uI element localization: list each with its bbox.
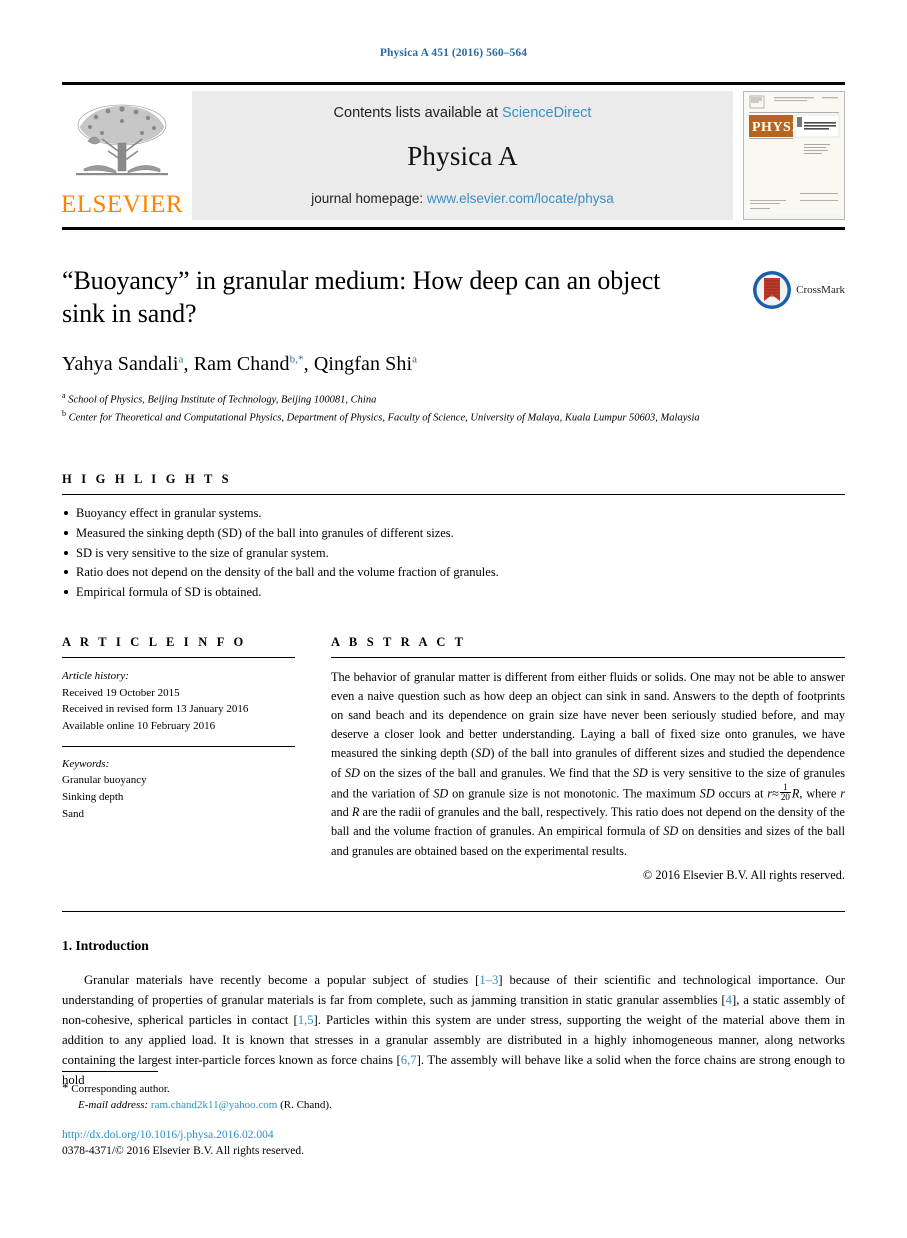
affiliation-text: Center for Theoretical and Computational… [68,412,700,424]
elsevier-wordmark: ELSEVIER [60,191,184,218]
author-name: Yahya Sandali [62,352,179,375]
citation-link[interactable]: 1,5 [298,1013,314,1027]
sd-term: SD [475,746,491,761]
history-item: Received 19 October 2015 [62,686,180,699]
affiliation-text: School of Physics, Beijing Institute of … [68,394,377,406]
email-line: E-mail address: ram.chand2k11@yahoo.com … [62,1097,845,1114]
list-item: Ratio does not depend on the density of … [62,563,845,583]
running-head: Physica A 451 (2016) 560–564 [379,47,528,59]
journal-masthead: ELSEVIER Contents lists available at Sci… [60,82,845,220]
contents-prefix: Contents lists available at [333,105,498,121]
citation-link[interactable]: 6,7 [401,1053,417,1067]
author-name: Ram Chand [193,352,290,375]
affiliation-item: a School of Physics, Beijing Institute o… [62,390,702,408]
body-separator-rule [62,910,845,912]
masthead-bottom-rule [62,227,845,230]
intro-part: Granular materials have recently become … [84,972,480,987]
journal-homepage-link[interactable]: www.elsevier.com/locate/physa [427,191,614,206]
homepage-line: journal homepage: www.elsevier.com/locat… [311,191,613,206]
list-item: Empirical formula of SD is obtained. [62,583,845,603]
approx-symbol: ≈ [772,786,779,801]
fraction-one-twentieth: 1 20 [779,782,791,803]
doi-link[interactable]: http://dx.doi.org/10.1016/j.physa.2016.0… [62,1127,845,1144]
article-info-heading: A R T I C L E I N F O [62,634,247,649]
list-item: Measured the sinking depth (SD) of the b… [62,524,845,544]
journal-cover-thumbnail: PHYSICA [743,91,845,220]
abstract-part: on granule size is not monotonic. The ma… [448,786,700,801]
corresponding-author-note: * Corresponding author. E-mail address: … [62,1078,845,1114]
highlights-section: H I G H L I G H T S Buoyancy effect in g… [62,472,845,603]
author-affil-marker[interactable]: b,* [290,353,304,365]
variable-r: r [840,786,845,801]
abstract-text: The behavior of granular matter is diffe… [331,668,845,861]
keywords-rule [62,745,295,747]
crossmark-label: CrossMark [796,284,845,296]
article-history-label: Article history: [62,669,129,682]
copyright-line: © 2016 Elsevier B.V. All rights reserved… [642,867,845,882]
page-title: “Buoyancy” in granular medium: How deep … [62,266,661,329]
sd-term: SD [663,824,679,839]
author-name: Qingfan Shi [313,352,413,375]
abstract-heading: A B S T R A C T [331,634,467,649]
sd-term: SD [699,786,715,801]
list-item: Buoyancy effect in granular systems. [62,504,845,524]
page-footer: * Corresponding author. E-mail address: … [62,1070,845,1160]
keyword-item: Sand [62,807,84,820]
introduction-heading: 1. Introduction [62,937,149,953]
author-list: Yahya Sandali a, Ram Chandb,*, Qingfan Sh… [62,353,702,376]
history-item: Received in revised form 13 January 2016 [62,703,249,716]
issn-copyright-line: 0378-4371/© 2016 Elsevier B.V. All right… [62,1145,305,1158]
affiliation-marker: a [62,390,66,400]
elsevier-logo: ELSEVIER [60,91,184,220]
fraction-denominator: 20 [780,792,790,803]
highlights-heading: H I G H L I G H T S [62,472,232,487]
sciencedirect-link[interactable]: ScienceDirect [502,105,591,121]
homepage-prefix: journal homepage: [311,191,424,206]
abstract-part: on the sizes of the ball and granules. W… [359,765,633,780]
crossmark-badge[interactable]: CrossMark [752,270,845,310]
article-info-section: A R T I C L E I N F O Article history: R… [62,635,295,883]
citation-link[interactable]: 1–3 [479,973,498,987]
asterisk-marker: * [62,1079,69,1095]
abstract-section: A B S T R A C T The behavior of granular… [331,635,845,883]
footnote-rule [62,1070,158,1072]
affiliation-list: a School of Physics, Beijing Institute o… [62,390,702,427]
contents-line: Contents lists available at ScienceDirec… [334,105,592,121]
email-label: E-mail address: [78,1099,149,1112]
author-affil-marker[interactable]: a [412,353,417,365]
footer-identifiers: http://dx.doi.org/10.1016/j.physa.2016.0… [62,1127,845,1160]
history-item: Available online 10 February 2016 [62,719,216,732]
affiliation-item: b Center for Theoretical and Computation… [62,408,702,426]
abstract-rule [331,656,845,658]
affiliation-marker: b [62,408,66,418]
journal-banner: Contents lists available at ScienceDirec… [192,91,733,220]
elsevier-tree-icon [76,104,168,176]
sd-term: SD [632,765,648,780]
info-abstract-row: A R T I C L E I N F O Article history: R… [62,635,845,883]
abstract-part: occurs at [714,786,768,801]
sd-term: SD [433,786,449,801]
abstract-part: and [331,805,352,820]
author-sep: , [303,352,314,375]
cover-art-icon: PHYSICA [744,92,844,214]
keyword-item: Sinking depth [62,791,124,804]
keywords-block: Keywords: Granular buoyancy Sinking dept… [62,756,295,823]
highlights-list: Buoyancy effect in granular systems. Mea… [62,504,845,603]
keywords-label: Keywords: [62,757,110,770]
list-item: SD is very sensitive to the size of gran… [62,544,845,564]
highlights-rule [62,494,845,496]
email-owner: (R. Chand). [280,1099,332,1112]
article-page: Physica A 451 (2016) 560–564 ELSEVIER Co… [0,0,907,1238]
sd-term: SD [344,765,360,780]
author-sep: , [183,352,194,375]
keyword-item: Granular buoyancy [62,774,147,787]
corresponding-author-text: Corresponding author. [71,1082,170,1095]
crossmark-icon [753,271,792,309]
journal-title: Physica A [407,140,518,171]
abstract-part: , where [799,786,841,801]
email-link[interactable]: ram.chand2k11@yahoo.com [151,1099,277,1111]
article-history: Article history: Received 19 October 201… [62,668,295,735]
title-block: “Buoyancy” in granular medium: How deep … [62,264,845,426]
article-info-rule [62,656,295,658]
